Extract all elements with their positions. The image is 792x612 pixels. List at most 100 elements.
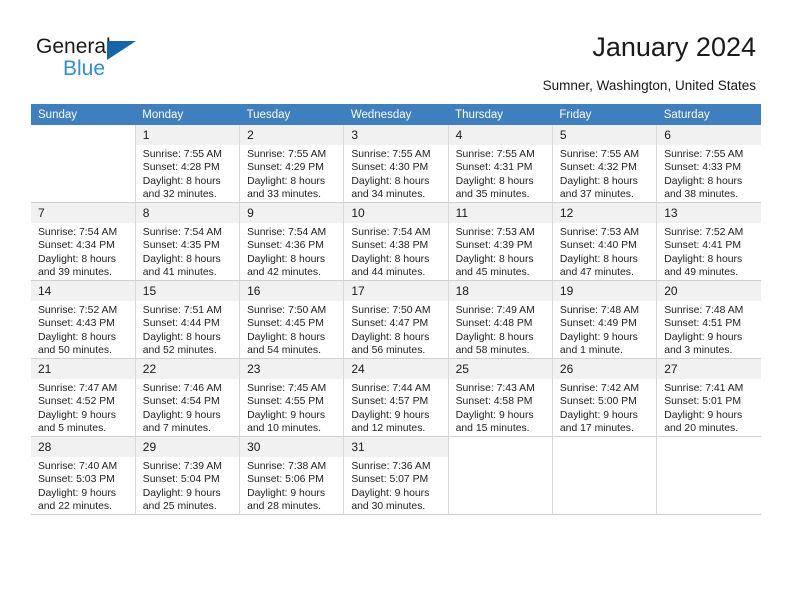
calendar-day-cell[interactable]: 14 Sunrise: 7:52 AM Sunset: 4:43 PM Dayligh… — [31, 280, 136, 359]
daylight-duration-line2: and 52 minutes. — [142, 344, 217, 356]
sunset-time: Sunset: 4:58 PM — [455, 396, 533, 408]
daylight-duration-line2: and 33 minutes. — [247, 188, 321, 200]
daylight-duration-line1: Daylight: 8 hours — [142, 253, 221, 265]
calendar-day-cell[interactable]: 11 Sunrise: 7:53 AM Sunset: 4:39 PM Dayligh… — [448, 202, 553, 281]
calendar-day-cell[interactable]: 7 Sunrise: 7:54 AM Sunset: 4:34 PM Daylight… — [31, 202, 136, 281]
day-details: Sunrise: 7:53 AM Sunset: 4:39 PM Daylight:… — [449, 223, 552, 279]
calendar-day-cell[interactable]: 12 Sunrise: 7:53 AM Sunset: 4:40 PM Dayligh… — [552, 202, 658, 281]
sunrise-time: Sunrise: 7:52 AM — [664, 227, 744, 238]
sunrise-time: Sunrise: 7:51 AM — [142, 305, 222, 316]
calendar-day-cell[interactable]: 8 Sunrise: 7:54 AM Sunset: 4:35 PM Daylight… — [135, 202, 241, 281]
day-details: Sunrise: 7:54 AM Sunset: 4:34 PM Daylight:… — [31, 223, 135, 279]
daylight-duration-line2: and 15 minutes. — [455, 422, 530, 434]
day-details: Sunrise: 7:41 AM Sunset: 5:01 PM Daylight:… — [657, 379, 761, 435]
calendar-day-cell[interactable]: 23 Sunrise: 7:45 AM Sunset: 4:55 PM Dayligh… — [239, 358, 345, 437]
daylight-duration-line1: Daylight: 8 hours — [142, 331, 221, 343]
general-blue-logo[interactable]: General Blue — [36, 36, 156, 82]
daylight-duration-line1: Daylight: 9 hours — [142, 409, 221, 421]
daylight-duration-line2: and 38 minutes. — [664, 188, 739, 200]
calendar-day-cell[interactable]: 27 Sunrise: 7:41 AM Sunset: 5:01 PM Dayligh… — [656, 358, 761, 437]
calendar-day-cell[interactable]: 24 Sunrise: 7:44 AM Sunset: 4:57 PM Dayligh… — [343, 358, 449, 437]
daylight-duration-line2: and 54 minutes. — [247, 344, 321, 356]
calendar-day-cell[interactable]: 6 Sunrise: 7:55 AM Sunset: 4:33 PM Daylight… — [656, 125, 761, 203]
sunset-time: Sunset: 5:04 PM — [142, 474, 220, 486]
calendar-day-cell[interactable]: 1 Sunrise: 7:55 AM Sunset: 4:28 PM Daylight… — [135, 125, 241, 203]
daylight-duration-line1: Daylight: 8 hours — [455, 331, 534, 343]
daylight-duration-line1: Daylight: 8 hours — [247, 331, 326, 343]
calendar-header-row: Sunday Monday Tuesday Wednesday Thursday Frid… — [31, 104, 761, 125]
day-details: Sunrise: 7:52 AM Sunset: 4:43 PM Daylight:… — [31, 301, 135, 357]
calendar-day-cell[interactable]: 16 Sunrise: 7:50 AM Sunset: 4:45 PM Dayligh… — [239, 280, 345, 359]
sunset-time: Sunset: 4:43 PM — [38, 318, 115, 330]
daylight-duration-line1: Daylight: 9 hours — [38, 409, 116, 421]
calendar-day-cell[interactable]: 5 Sunrise: 7:55 AM Sunset: 4:32 PM Daylight… — [552, 125, 658, 203]
calendar-day-cell[interactable]: 15 Sunrise: 7:51 AM Sunset: 4:44 PM Dayligh… — [135, 280, 241, 359]
day-number: 31 — [344, 437, 448, 457]
sunset-time: Sunset: 4:52 PM — [38, 396, 115, 408]
sunrise-time: Sunrise: 7:50 AM — [351, 305, 431, 316]
sunrise-time: Sunrise: 7:54 AM — [351, 227, 431, 238]
daylight-duration-line2: and 49 minutes. — [664, 266, 739, 278]
sunrise-time: Sunrise: 7:53 AM — [455, 227, 535, 238]
day-details: Sunrise: 7:47 AM Sunset: 4:52 PM Daylight:… — [31, 379, 135, 435]
day-details: Sunrise: 7:54 AM Sunset: 4:35 PM Daylight:… — [136, 223, 239, 279]
sunrise-time: Sunrise: 7:55 AM — [351, 149, 431, 160]
calendar-day-cell[interactable]: 10 Sunrise: 7:54 AM Sunset: 4:38 PM Dayligh… — [343, 202, 449, 281]
sunrise-time: Sunrise: 7:55 AM — [559, 149, 640, 160]
calendar-week-row: 1 Sunrise: 7:55 AM Sunset: 4:28 PM Daylight… — [31, 125, 761, 203]
calendar-day-cell[interactable]: 18 Sunrise: 7:49 AM Sunset: 4:48 PM Dayligh… — [448, 280, 553, 359]
daylight-duration-line2: and 58 minutes. — [455, 344, 530, 356]
sunset-time: Sunset: 4:49 PM — [559, 318, 637, 330]
day-number: 30 — [240, 437, 344, 457]
calendar-day-cell[interactable]: 4 Sunrise: 7:55 AM Sunset: 4:31 PM Daylight… — [448, 125, 553, 203]
day-number: 2 — [240, 125, 344, 145]
daylight-duration-line1: Daylight: 8 hours — [664, 175, 743, 187]
day-details: Sunrise: 7:51 AM Sunset: 4:44 PM Daylight:… — [136, 301, 239, 357]
calendar-day-cell[interactable]: 2 Sunrise: 7:55 AM Sunset: 4:29 PM Daylight… — [239, 125, 345, 203]
calendar-day-cell[interactable]: 13 Sunrise: 7:52 AM Sunset: 4:41 PM Dayligh… — [656, 202, 761, 281]
sunset-time: Sunset: 4:35 PM — [142, 240, 220, 252]
sunset-time: Sunset: 4:34 PM — [38, 240, 115, 252]
sunrise-time: Sunrise: 7:54 AM — [247, 227, 327, 238]
sunrise-time: Sunrise: 7:54 AM — [142, 227, 222, 238]
calendar-day-cell[interactable]: 20 Sunrise: 7:48 AM Sunset: 4:51 PM Dayligh… — [656, 280, 761, 359]
sunrise-time: Sunrise: 7:41 AM — [664, 383, 744, 394]
sunset-time: Sunset: 4:32 PM — [559, 162, 637, 174]
daylight-duration-line1: Daylight: 9 hours — [559, 409, 638, 421]
sunset-time: Sunset: 4:40 PM — [559, 240, 637, 252]
daylight-duration-line2: and 56 minutes. — [351, 344, 426, 356]
sunset-time: Sunset: 4:31 PM — [455, 162, 533, 174]
calendar-day-cell[interactable]: 28 Sunrise: 7:40 AM Sunset: 5:03 PM Dayligh… — [31, 436, 136, 515]
day-number: 29 — [135, 437, 240, 457]
sunset-time: Sunset: 5:06 PM — [247, 474, 324, 486]
calendar-day-cell[interactable]: 26 Sunrise: 7:42 AM Sunset: 5:00 PM Dayligh… — [552, 358, 658, 437]
day-number: 21 — [31, 359, 135, 379]
calendar-day-cell[interactable]: 17 Sunrise: 7:50 AM Sunset: 4:47 PM Dayligh… — [343, 280, 449, 359]
sunset-time: Sunset: 5:03 PM — [38, 474, 115, 486]
logo-text-blue: Blue — [63, 57, 106, 80]
calendar-day-cell[interactable]: 21 Sunrise: 7:47 AM Sunset: 4:52 PM Dayligh… — [31, 358, 136, 437]
sunrise-time: Sunrise: 7:40 AM — [38, 461, 118, 472]
sunset-time: Sunset: 4:36 PM — [247, 240, 324, 252]
day-details: Sunrise: 7:42 AM Sunset: 5:00 PM Daylight:… — [553, 379, 656, 435]
weekday-header-tuesday: Tuesday — [239, 104, 344, 125]
calendar-day-cell-empty — [448, 436, 553, 515]
calendar-day-cell[interactable]: 19 Sunrise: 7:48 AM Sunset: 4:49 PM Dayligh… — [552, 280, 658, 359]
day-number: 13 — [657, 203, 761, 223]
daylight-duration-line2: and 25 minutes. — [142, 500, 217, 512]
calendar-week-row: 14 Sunrise: 7:52 AM Sunset: 4:43 PM Dayligh… — [31, 280, 761, 359]
sunrise-time: Sunrise: 7:48 AM — [559, 305, 640, 316]
weekday-header-monday: Monday — [135, 104, 240, 125]
daylight-duration-line2: and 5 minutes. — [38, 422, 107, 434]
weekday-names: Sunday Monday Tuesday Wednesday Thursday Frid… — [31, 104, 761, 125]
calendar-day-cell[interactable]: 3 Sunrise: 7:55 AM Sunset: 4:30 PM Daylight… — [343, 125, 449, 203]
calendar-day-cell[interactable]: 30 Sunrise: 7:38 AM Sunset: 5:06 PM Dayligh… — [239, 436, 345, 515]
calendar-day-cell[interactable]: 9 Sunrise: 7:54 AM Sunset: 4:36 PM Daylight… — [239, 202, 345, 281]
calendar-day-cell[interactable]: 31 Sunrise: 7:36 AM Sunset: 5:07 PM Dayligh… — [343, 436, 449, 515]
day-details: Sunrise: 7:55 AM Sunset: 4:28 PM Daylight:… — [136, 145, 239, 201]
calendar-day-cell[interactable]: 25 Sunrise: 7:43 AM Sunset: 4:58 PM Dayligh… — [448, 358, 553, 437]
daylight-duration-line1: Daylight: 9 hours — [664, 331, 743, 343]
sunrise-sunset-calendar: Sunday Monday Tuesday Wednesday Thursday Frid… — [31, 104, 761, 515]
calendar-day-cell[interactable]: 29 Sunrise: 7:39 AM Sunset: 5:04 PM Dayligh… — [135, 436, 241, 515]
calendar-day-cell[interactable]: 22 Sunrise: 7:46 AM Sunset: 4:54 PM Dayligh… — [135, 358, 241, 437]
